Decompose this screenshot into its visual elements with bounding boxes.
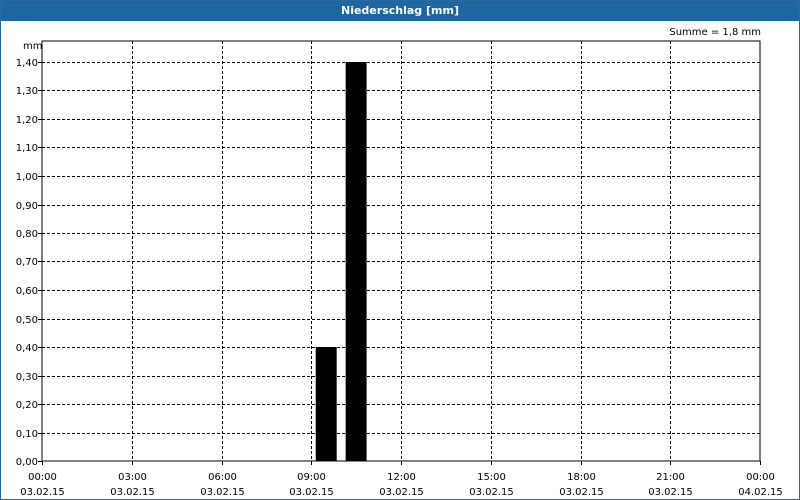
x-tick-date-label: 03.02.15: [110, 487, 155, 498]
y-tick-label: 0,90: [16, 201, 38, 212]
precipitation-bar: [315, 347, 337, 461]
y-tick-label: 1,00: [16, 172, 38, 183]
y-tick-label: 0,60: [16, 286, 38, 297]
y-tick-label: 0,80: [16, 229, 38, 240]
x-tick-time-label: 00:00: [746, 472, 775, 483]
x-tick-time-label: 12:00: [387, 472, 416, 483]
y-tick-label: 0,20: [16, 400, 38, 411]
precipitation-chart: 0,00 0,10 0,20 0,30 0,40 0,50 0,60 0,70 0,80 0,90…: [16, 40, 783, 498]
y-tick-label: 1,30: [16, 86, 38, 97]
x-tick-time-label: 21:00: [656, 472, 685, 483]
x-tick-date-label: 03.02.15: [379, 487, 424, 498]
x-tick-date-label: 03.02.15: [20, 487, 65, 498]
x-tick-time-label: 18:00: [567, 472, 596, 483]
x-tick-time-label: 06:00: [208, 472, 237, 483]
x-tick-date-label: 03.02.15: [200, 487, 245, 498]
y-tick-label: 0,70: [16, 257, 38, 268]
y-tick-label: 0,40: [16, 343, 38, 354]
y-tick-label: 1,10: [16, 143, 38, 154]
x-tick-time-label: 03:00: [118, 472, 147, 483]
y-tick-label: 0,30: [16, 372, 38, 383]
x-tick-date-label: 04.02.15: [738, 487, 783, 498]
y-tick-label: 0,50: [16, 315, 38, 326]
y-tick-label: 1,20: [16, 115, 38, 126]
x-tick-time-label: 09:00: [297, 472, 326, 483]
x-tick-date-label: 03.02.15: [559, 487, 604, 498]
x-tick-date-label: 03.02.15: [469, 487, 514, 498]
x-tick-time-label: 15:00: [477, 472, 506, 483]
y-tick-label: 0,00: [16, 457, 38, 468]
x-tick-date-label: 03.02.15: [648, 487, 693, 498]
x-tick-date-label: 03.02.15: [289, 487, 334, 498]
y-tick-label: 0,10: [16, 429, 38, 440]
chart-window: Niederschlag [mm] Summe = 1,8 mm mm 0,00…: [0, 0, 800, 500]
precipitation-bar: [345, 62, 367, 461]
y-tick-label: 1,40: [16, 58, 38, 69]
x-tick-time-label: 00:00: [28, 472, 57, 483]
